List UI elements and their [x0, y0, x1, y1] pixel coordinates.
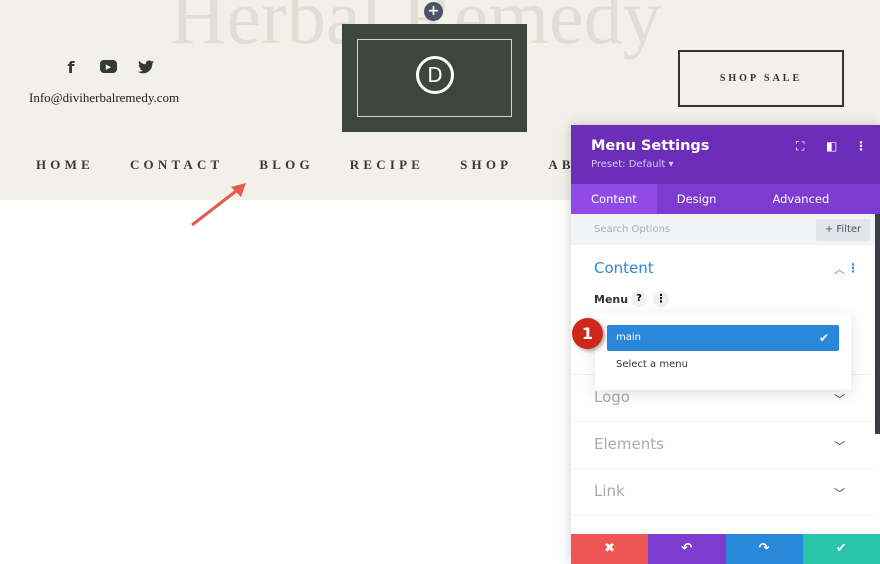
panel-tabs: Content Design Advanced [571, 184, 880, 214]
more-options-icon[interactable]: ⋮ [855, 139, 867, 153]
undo-button[interactable]: ↶ [648, 534, 726, 564]
main-nav: HOME CONTACT BLOG RECIPE SHOP AB [36, 157, 611, 173]
tab-design[interactable]: Design [657, 184, 737, 214]
discard-button[interactable]: ✖ [571, 534, 649, 564]
tab-advanced[interactable]: Advanced [736, 184, 849, 214]
nav-blog[interactable]: BLOG [259, 157, 313, 173]
tab-content[interactable]: Content [571, 184, 657, 214]
email-link[interactable]: Info@diviherbalremedy.com [29, 90, 179, 106]
redo-button[interactable]: ↷ [725, 534, 803, 564]
search-options: Search Options + Filter [571, 214, 880, 245]
chevron-down-icon[interactable]: ﹀ [834, 485, 845, 501]
content-heading[interactable]: Content [594, 259, 654, 277]
menu-select-dropdown[interactable]: main ✔ Select a menu [595, 313, 851, 390]
nav-home[interactable]: HOME [36, 157, 94, 173]
fullscreen-icon[interactable]: ⛶ [796, 139, 804, 154]
nav-contact[interactable]: CONTACT [130, 157, 223, 173]
help-icon[interactable]: ? [631, 291, 647, 307]
shop-sale-button[interactable]: SHOP SALE [678, 50, 844, 107]
divi-logo: D [416, 56, 454, 94]
panel-title: Menu Settings [591, 138, 710, 154]
option-select-a-menu[interactable]: Select a menu [616, 359, 688, 370]
field-options-icon[interactable]: ⋮ [653, 291, 669, 307]
elements-section[interactable]: Elements ﹀ [571, 422, 873, 469]
menu-label: Menu [594, 293, 629, 306]
scrollbar[interactable] [875, 214, 880, 434]
panel-footer: ✖ ↶ ↷ ✔ [571, 534, 880, 564]
search-options-input[interactable]: Search Options [594, 224, 670, 235]
option-main-label: main [616, 332, 641, 343]
section-options-icon[interactable]: ⋮ [847, 261, 859, 275]
youtube-icon[interactable]: ▶ [100, 60, 117, 73]
chevron-up-icon[interactable]: ︿ [834, 261, 845, 277]
elements-heading: Elements [594, 435, 664, 453]
nav-shop[interactable]: SHOP [460, 157, 512, 173]
facebook-icon[interactable]: f [62, 58, 80, 77]
logo-module[interactable]: D [342, 24, 527, 132]
arrow-annotation-icon [191, 183, 246, 227]
split-view-icon[interactable]: ◧ [826, 139, 837, 153]
filter-button[interactable]: + Filter [816, 219, 870, 241]
preset-dropdown[interactable]: Preset: Default ▾ [591, 159, 673, 170]
link-heading: Link [594, 482, 625, 500]
add-section-icon[interactable]: + [424, 2, 443, 21]
nav-recipe[interactable]: RECIPE [350, 157, 424, 173]
check-icon: ✔ [818, 331, 829, 345]
social-icons: f ▶ [62, 58, 155, 77]
step-badge: 1 [572, 318, 603, 349]
chevron-down-icon[interactable]: ﹀ [834, 438, 845, 454]
twitter-icon[interactable] [137, 58, 155, 76]
logo-heading: Logo [594, 388, 630, 406]
menu-settings-panel: Menu Settings Preset: Default ▾ ⛶ ◧ ⋮ Co… [571, 125, 880, 564]
chevron-down-icon[interactable]: ﹀ [834, 391, 845, 407]
save-button[interactable]: ✔ [802, 534, 880, 564]
link-section[interactable]: Link ﹀ [571, 469, 873, 516]
panel-header: Menu Settings Preset: Default ▾ ⛶ ◧ ⋮ [571, 125, 880, 184]
option-main[interactable]: main ✔ [607, 325, 839, 351]
